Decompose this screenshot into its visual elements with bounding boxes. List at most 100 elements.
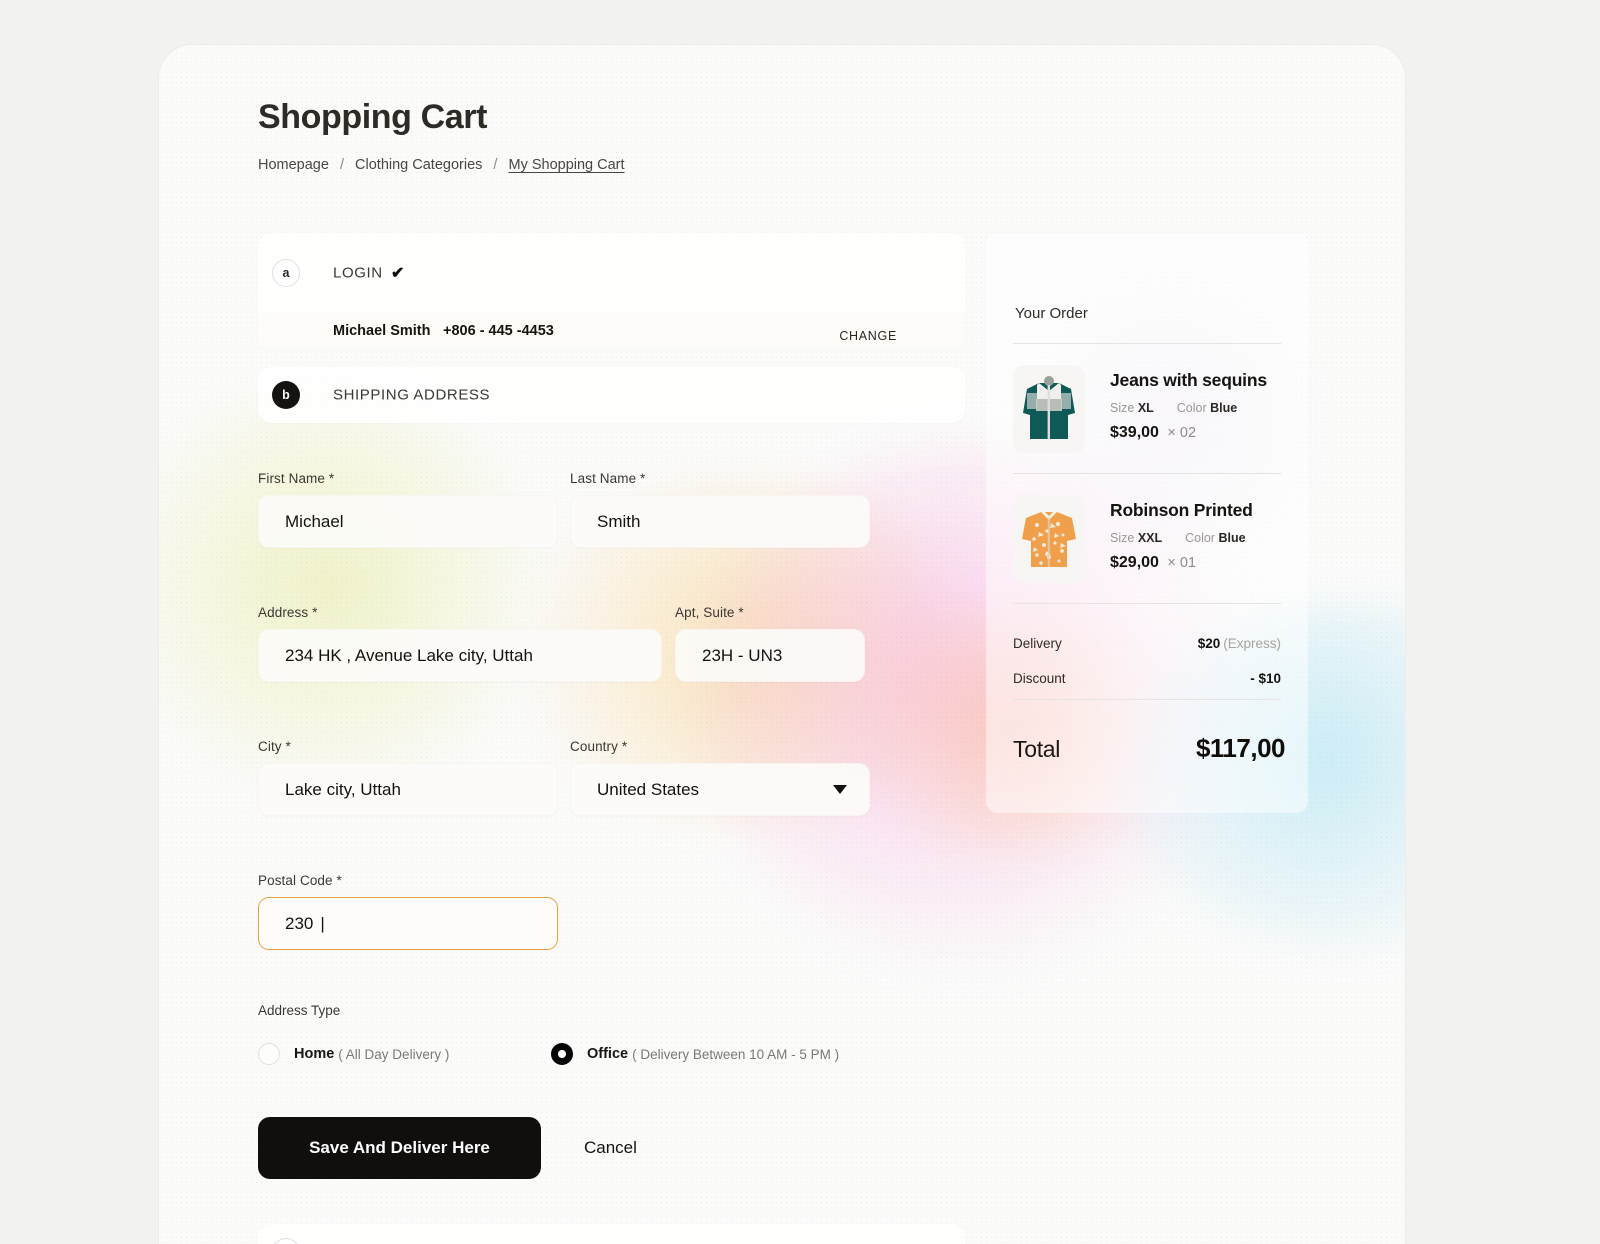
breadcrumb-separator: /: [340, 157, 344, 173]
step-login-label: LOGIN: [333, 265, 383, 282]
order-item-quantity: × 01: [1167, 555, 1196, 571]
city-input[interactable]: Lake city, Uttah: [258, 763, 558, 816]
field-country: Country * United States: [570, 739, 870, 816]
product-thumbnail-jeans-with-sequins: [1013, 365, 1085, 453]
last-name-input[interactable]: Smith: [570, 495, 870, 548]
radio-icon-office[interactable]: [551, 1043, 573, 1065]
size-value: XXL: [1138, 531, 1162, 545]
order-item-price-row: $29,00 × 01: [1110, 554, 1253, 572]
divider: [1013, 699, 1281, 700]
order-item-price: $29,00: [1110, 554, 1159, 571]
order-item-price-row: $39,00 × 02: [1110, 424, 1267, 442]
color-value: Blue: [1218, 531, 1245, 545]
breadcrumb-item-clothing-categories[interactable]: Clothing Categories: [355, 157, 482, 173]
city-label: City *: [258, 739, 558, 754]
page-title: Shopping Cart: [258, 98, 487, 137]
color-label: Color: [1185, 531, 1215, 545]
total-value: $117,00: [1196, 733, 1285, 764]
last-name-label: Last Name *: [570, 471, 870, 486]
postal-code-input[interactable]: 230 |: [258, 897, 558, 950]
postal-code-label: Postal Code *: [258, 873, 558, 888]
address-input[interactable]: 234 HK , Avenue Lake city, Uttah: [258, 629, 662, 682]
step-badge-a: a: [272, 259, 300, 287]
form-row-city-country: City * Lake city, Uttah Country * United…: [258, 739, 965, 816]
order-item[interactable]: Jeans with sequins Size XL Color Blue $3…: [1013, 365, 1267, 453]
country-select-value: United States: [597, 780, 699, 800]
divider: [1013, 343, 1281, 344]
order-total-row: Total $117,00: [1013, 733, 1285, 764]
field-apt-suite: Apt, Suite * 23H - UN3: [675, 605, 865, 682]
address-type-group: Address Type Home ( All Day Delivery ) O…: [258, 1003, 965, 1065]
login-user-phone: +806 - 445 -4453: [443, 323, 554, 339]
color-value: Blue: [1210, 401, 1237, 415]
breadcrumb-separator: /: [493, 157, 497, 173]
form-row-names: First Name * Michael Last Name * Smith: [258, 471, 965, 548]
first-name-input[interactable]: Michael: [258, 495, 558, 548]
field-postal-code: Postal Code * 230 |: [258, 873, 558, 950]
field-last-name: Last Name * Smith: [570, 471, 870, 548]
order-item-info: Robinson Printed Size XXL Color Blue $29…: [1110, 495, 1253, 583]
order-summary-panel: Your Order Jeans with sequi: [986, 233, 1308, 813]
radio-label-home: Home: [294, 1046, 334, 1062]
divider: [1013, 473, 1281, 474]
radio-sublabel-office: ( Delivery Between 10 AM - 5 PM ): [632, 1047, 839, 1062]
apt-suite-label: Apt, Suite *: [675, 605, 865, 620]
step-badge-b: b: [272, 381, 300, 409]
divider: [1013, 603, 1281, 604]
step-payment-method[interactable]: c PAYMENT METHOD: [258, 1224, 965, 1244]
order-summary-title: Your Order: [1015, 305, 1088, 322]
first-name-label: First Name *: [258, 471, 558, 486]
checkout-card: Shopping Cart Homepage / Clothing Catego…: [158, 44, 1406, 1244]
product-thumbnail-robinson-printed: [1013, 495, 1085, 583]
radio-icon-home[interactable]: [258, 1043, 280, 1065]
shipping-address-form: First Name * Michael Last Name * Smith A…: [258, 471, 965, 1179]
step-badge-c: c: [272, 1238, 300, 1244]
cost-row-discount: Discount - $10: [1013, 671, 1281, 686]
order-item-name: Jeans with sequins: [1110, 370, 1267, 391]
change-login-link[interactable]: CHANGE: [839, 329, 897, 343]
discount-label: Discount: [1013, 671, 1066, 686]
step-login[interactable]: a LOGIN ✔: [258, 233, 965, 313]
postal-code-value: 230: [285, 914, 313, 934]
delivery-note: (Express): [1223, 636, 1281, 651]
country-select[interactable]: United States: [570, 763, 870, 816]
cancel-button[interactable]: Cancel: [584, 1138, 637, 1158]
breadcrumb-item-homepage[interactable]: Homepage: [258, 157, 329, 173]
order-item-meta: Size XXL Color Blue: [1110, 531, 1253, 545]
radio-label-office: Office: [587, 1046, 628, 1062]
checkout-steps-column: a LOGIN ✔ Michael Smith +806 - 445 -4453…: [258, 233, 965, 1244]
text-cursor: |: [320, 914, 324, 934]
apt-suite-input[interactable]: 23H - UN3: [675, 629, 865, 682]
radio-option-office[interactable]: Office ( Delivery Between 10 AM - 5 PM ): [551, 1043, 839, 1065]
delivery-value: $20: [1198, 636, 1221, 651]
radio-option-home[interactable]: Home ( All Day Delivery ): [258, 1043, 551, 1065]
size-label: Size: [1110, 531, 1134, 545]
step-login-details: Michael Smith +806 - 445 -4453 CHANGE: [258, 313, 965, 349]
breadcrumb-item-my-shopping-cart[interactable]: My Shopping Cart: [508, 157, 624, 173]
order-item-quantity: × 02: [1167, 425, 1196, 441]
form-actions: Save And Deliver Here Cancel: [258, 1117, 965, 1179]
field-city: City * Lake city, Uttah: [258, 739, 558, 816]
delivery-label: Delivery: [1013, 636, 1062, 651]
size-label: Size: [1110, 401, 1134, 415]
save-and-deliver-button[interactable]: Save And Deliver Here: [258, 1117, 541, 1179]
size-value: XL: [1138, 401, 1154, 415]
check-icon: ✔: [391, 263, 404, 283]
order-item-info: Jeans with sequins Size XL Color Blue $3…: [1110, 365, 1267, 453]
radio-sublabel-home: ( All Day Delivery ): [338, 1047, 449, 1062]
login-user-name: Michael Smith: [333, 323, 431, 339]
total-label: Total: [1013, 736, 1060, 763]
order-item-price: $39,00: [1110, 424, 1159, 441]
order-item-name: Robinson Printed: [1110, 500, 1253, 521]
address-type-label: Address Type: [258, 1003, 965, 1018]
breadcrumb: Homepage / Clothing Categories / My Shop…: [258, 157, 625, 173]
form-row-address: Address * 234 HK , Avenue Lake city, Utt…: [258, 605, 965, 682]
step-shipping-label: SHIPPING ADDRESS: [333, 387, 490, 404]
field-address: Address * 234 HK , Avenue Lake city, Utt…: [258, 605, 662, 682]
color-label: Color: [1177, 401, 1207, 415]
cost-row-delivery: Delivery $20(Express): [1013, 636, 1281, 651]
step-shipping-address[interactable]: b SHIPPING ADDRESS: [258, 367, 965, 423]
order-item[interactable]: Robinson Printed Size XXL Color Blue $29…: [1013, 495, 1253, 583]
address-type-options: Home ( All Day Delivery ) Office ( Deliv…: [258, 1043, 965, 1065]
address-label: Address *: [258, 605, 662, 620]
